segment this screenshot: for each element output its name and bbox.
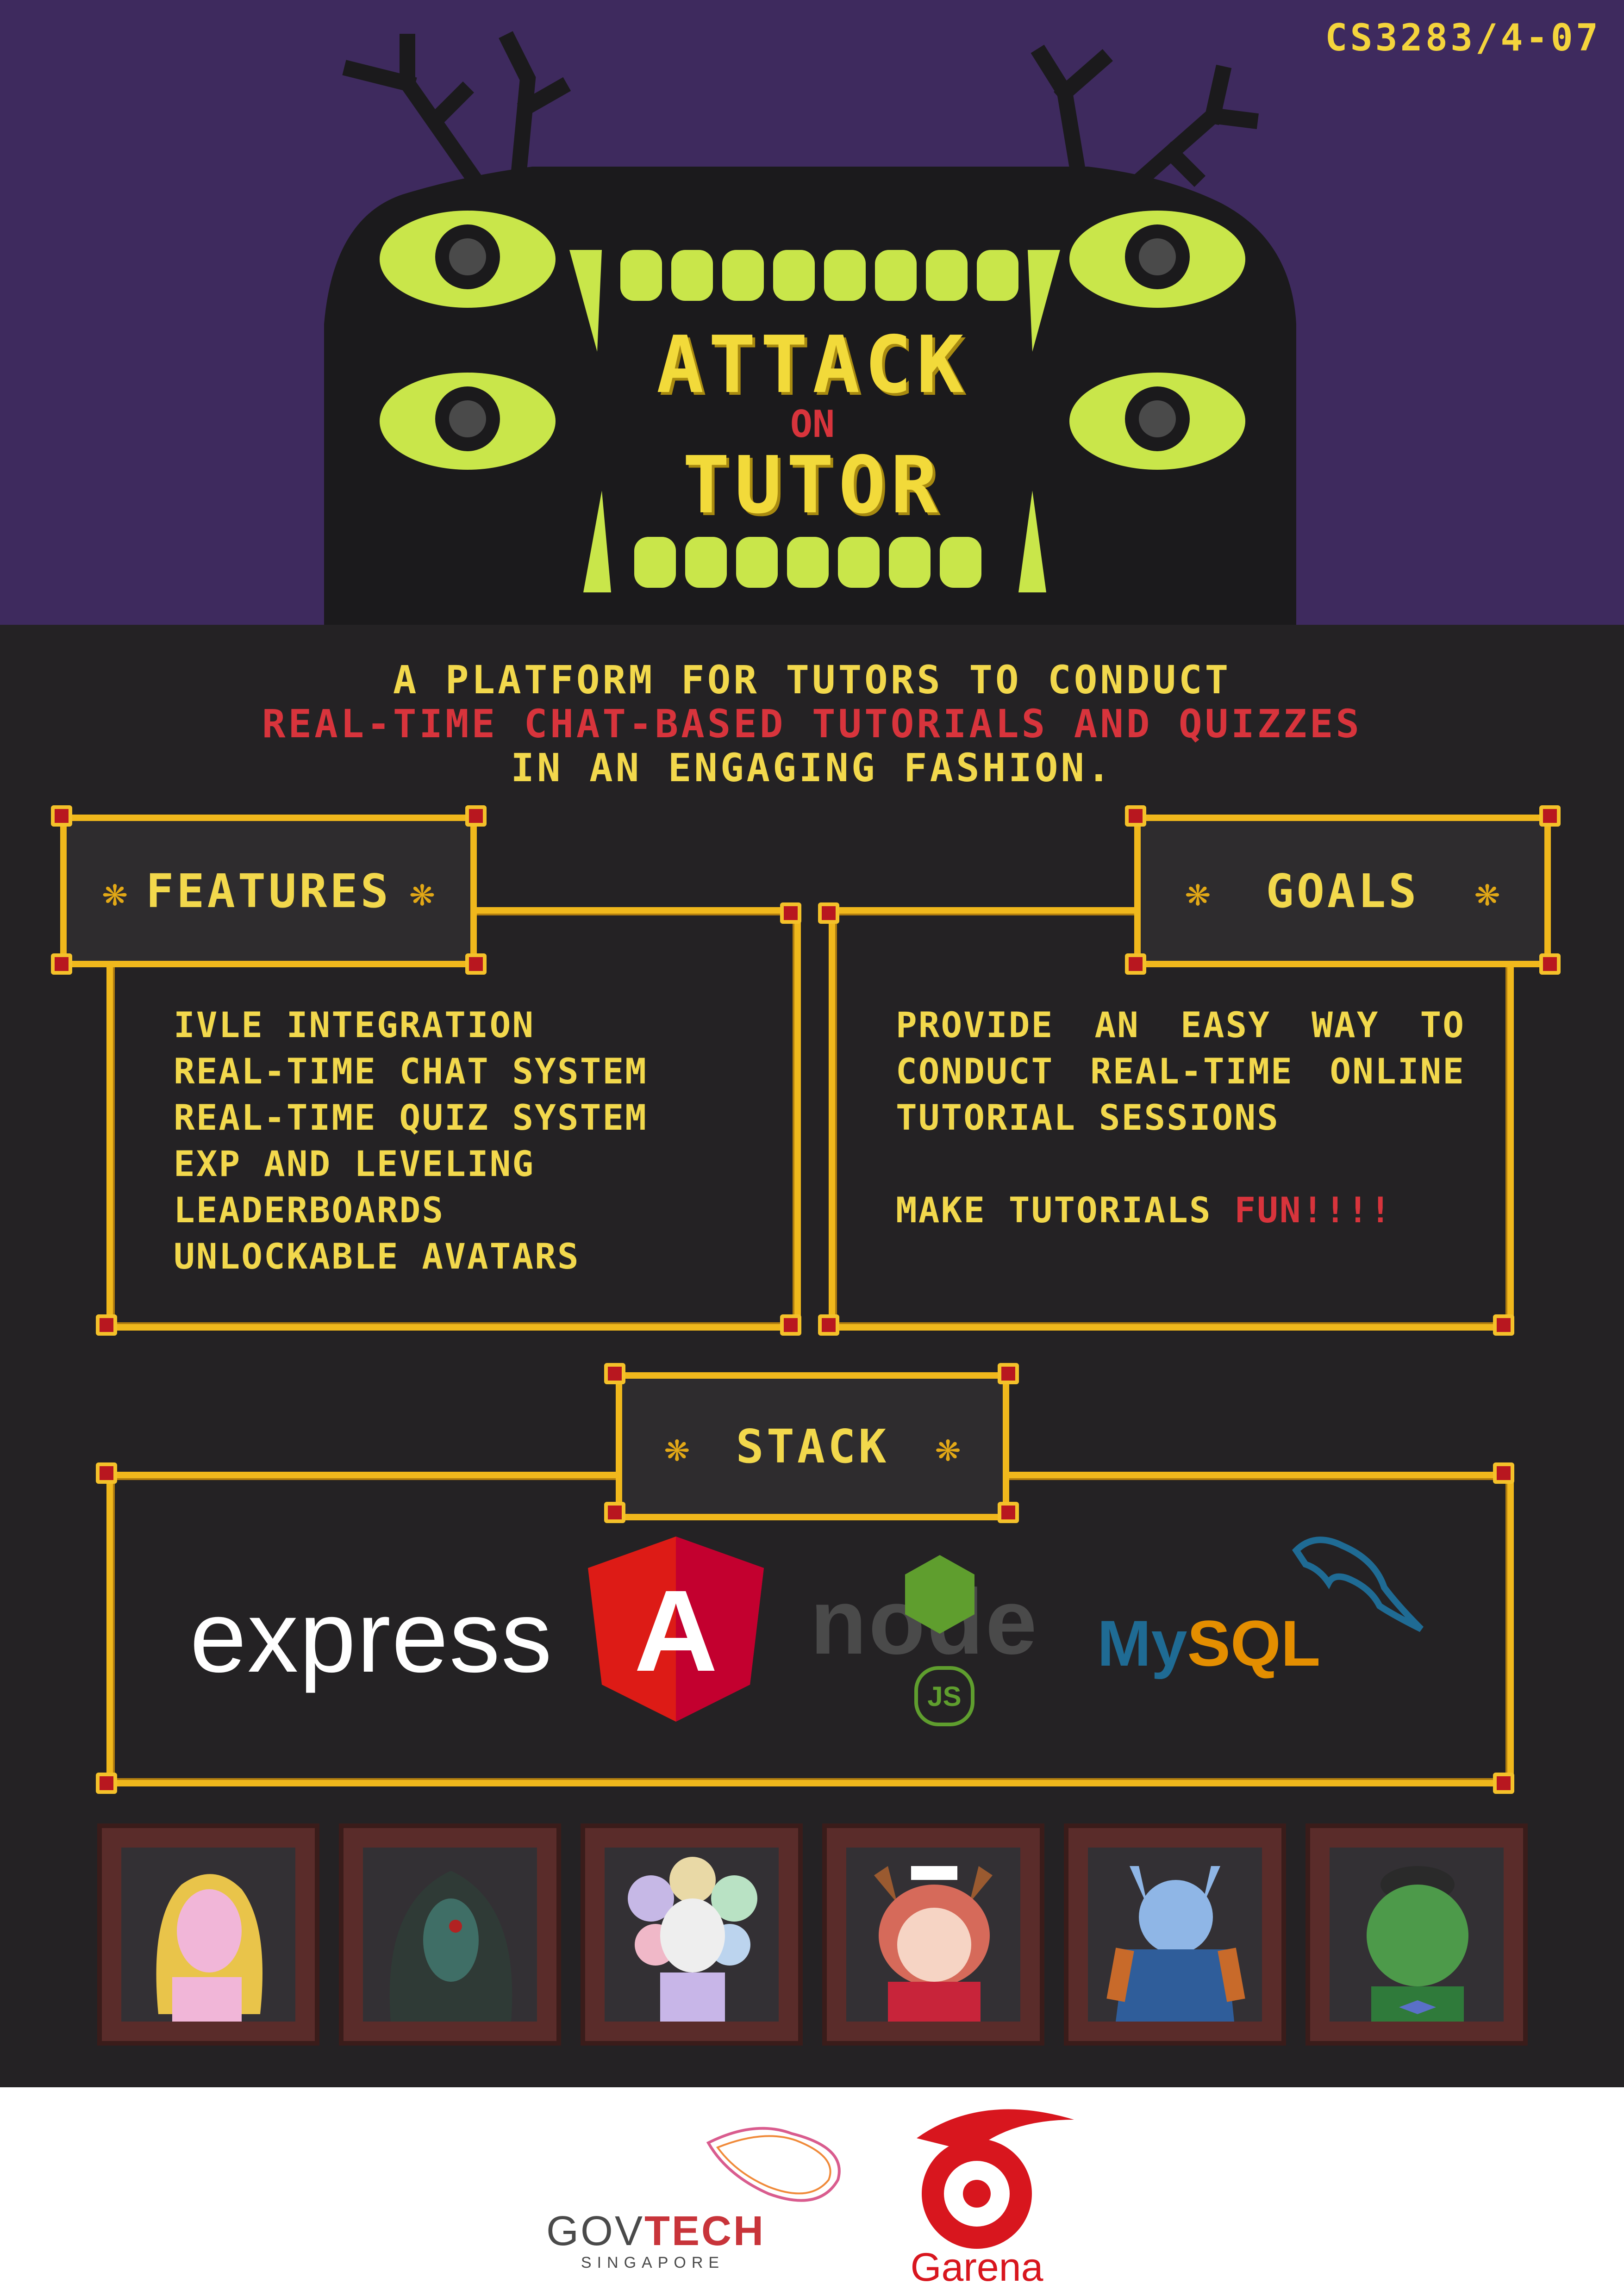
mysql-logo: MySQL xyxy=(1097,1606,1320,1681)
goal-fun-highlight: FUN!!!! xyxy=(1234,1189,1393,1231)
ornament-icon: ❋ xyxy=(664,1422,690,1471)
goal-line: CONDUCT REAL-TIME ONLINE xyxy=(896,1051,1465,1092)
stud xyxy=(818,902,839,924)
stud xyxy=(1493,1462,1514,1484)
avatar-tile xyxy=(1305,1823,1528,2046)
ornament-icon: ❋ xyxy=(935,1422,961,1471)
avatar xyxy=(1088,1848,1262,2022)
avatar-tile xyxy=(1064,1823,1286,2046)
header-banner: CS3283/4-07 ATTACK ON TUTOR xyxy=(0,0,1624,625)
avatar-tile xyxy=(339,1823,561,2046)
stud xyxy=(604,1363,625,1384)
feature-item: REAL-TIME QUIZ SYSTEM xyxy=(174,1097,648,1138)
garena-wordmark: Garena xyxy=(910,2245,1043,2290)
feature-item: LEADERBOARDS xyxy=(174,1189,445,1231)
avatar-tile xyxy=(97,1823,319,2046)
garena-dragon-icon xyxy=(917,2109,1074,2249)
stud xyxy=(465,805,487,827)
stud xyxy=(604,1502,625,1523)
ornament-icon: ❋ xyxy=(1474,866,1500,915)
stud xyxy=(1493,1314,1514,1336)
mysql-my: My xyxy=(1097,1607,1187,1680)
goals-title: GOALS xyxy=(1266,864,1419,918)
avatar xyxy=(605,1848,779,2022)
stud xyxy=(96,1314,117,1336)
tagline-line3: IN AN ENGAGING FASHION. xyxy=(511,745,1113,790)
sponsors-footer: GOVTECH SINGAPORE Garena xyxy=(0,2087,1624,2296)
avatar xyxy=(846,1848,1020,2022)
feature-item: UNLOCKABLE AVATARS xyxy=(174,1236,580,1277)
node-hexagon-icon xyxy=(905,1555,974,1634)
stud xyxy=(1539,805,1561,827)
stack-plaque: ❋ STACK ❋ xyxy=(616,1372,1009,1520)
features-plaque: ❋ FEATURES ❋ xyxy=(60,815,477,967)
govtech-ribbon-icon xyxy=(706,2127,841,2202)
stud xyxy=(465,953,487,975)
ornament-icon: ❋ xyxy=(409,866,435,915)
avatar xyxy=(363,1848,537,2022)
feature-item: IVLE INTEGRATION xyxy=(174,1004,535,1045)
goal-fun-line: MAKE TUTORIALS FUN!!!! xyxy=(896,1187,1465,1233)
flower-ghost-avatar xyxy=(628,1857,757,2022)
goals-plaque: ❋ GOALS ❋ xyxy=(1134,815,1551,967)
stud xyxy=(818,1314,839,1336)
title-tutor: TUTOR xyxy=(682,440,943,531)
stud xyxy=(1493,1773,1514,1794)
title-attack: ATTACK xyxy=(656,319,969,411)
stud xyxy=(780,1314,801,1336)
stud xyxy=(96,1773,117,1794)
green-orc-avatar xyxy=(1367,1866,1468,2022)
goal-fun-prefix: MAKE TUTORIALS xyxy=(896,1189,1235,1231)
blue-demon-avatar xyxy=(1106,1866,1245,2022)
ornament-icon: ❋ xyxy=(102,866,128,915)
avatar xyxy=(1330,1848,1504,2022)
feature-item: REAL-TIME CHAT SYSTEM xyxy=(174,1051,648,1092)
avatar-gallery xyxy=(97,1823,1528,2046)
tagline-line2: REAL-TIME CHAT-BASED TUTORIALS AND QUIZZ… xyxy=(262,701,1362,747)
tagline-line1: A PLATFORM FOR TUTORS TO CONDUCT xyxy=(393,657,1231,703)
express-logo: express xyxy=(190,1580,553,1693)
govtech-wordmark: GOVTECH xyxy=(546,2208,763,2255)
stud xyxy=(1539,953,1561,975)
hooded-zombie-avatar xyxy=(389,1871,512,2022)
govtech-gov: GOV xyxy=(546,2208,645,2254)
stud xyxy=(998,1363,1019,1384)
goal-line: TUTORIAL SESSIONS xyxy=(896,1097,1280,1138)
ornament-icon: ❋ xyxy=(1185,866,1211,915)
stud xyxy=(51,953,72,975)
goal-line: PROVIDE AN EASY WAY TO xyxy=(896,1004,1465,1045)
stud xyxy=(1125,953,1146,975)
stud xyxy=(780,902,801,924)
stud xyxy=(51,805,72,827)
mysql-sql: SQL xyxy=(1187,1607,1321,1680)
angular-letter: A xyxy=(634,1566,718,1695)
avatar xyxy=(121,1848,295,2022)
stud xyxy=(998,1502,1019,1523)
feature-item: EXP AND LEVELING xyxy=(174,1143,535,1184)
horned-maid-avatar xyxy=(874,1866,993,2022)
govtech-singapore: SINGAPORE xyxy=(581,2254,725,2271)
features-list: IVLE INTEGRATION REAL-TIME CHAT SYSTEM R… xyxy=(174,1002,648,1280)
govtech-tech: TECH xyxy=(644,2208,766,2254)
node-js-badge: JS xyxy=(914,1666,974,1726)
avatar-tile xyxy=(581,1823,803,2046)
goals-text: PROVIDE AN EASY WAY TO CONDUCT REAL-TIME… xyxy=(896,1002,1465,1233)
blonde-girl-avatar xyxy=(156,1874,262,2022)
stack-title: STACK xyxy=(736,1419,889,1474)
course-code: CS3283/4-07 xyxy=(1325,16,1601,59)
stud xyxy=(1125,805,1146,827)
features-title: FEATURES xyxy=(146,864,391,918)
avatar-tile xyxy=(822,1823,1044,2046)
stud xyxy=(96,1462,117,1484)
